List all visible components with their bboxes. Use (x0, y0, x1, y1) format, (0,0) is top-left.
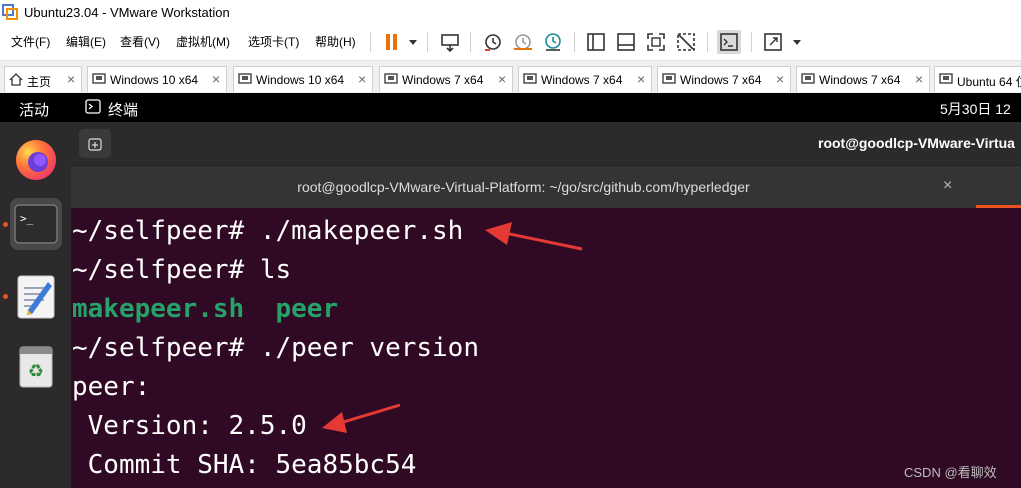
vm-icon (801, 73, 815, 84)
firefox-icon[interactable] (10, 134, 62, 186)
fullscreen-icon[interactable] (761, 30, 785, 54)
toolbar-separator (370, 32, 371, 52)
activities-button[interactable]: 活动 (19, 99, 49, 120)
manage-snapshots-icon[interactable] (541, 30, 565, 54)
vm-icon (523, 73, 537, 84)
console-view-icon[interactable] (717, 30, 741, 54)
close-icon[interactable]: × (212, 71, 220, 87)
close-icon[interactable]: × (67, 71, 75, 87)
prompt: ~/selfpeer# (72, 333, 260, 363)
tab-label: Windows 10 x64 (110, 73, 199, 87)
toolbar-separator (751, 32, 752, 52)
ubuntu-top-panel: 活动 终端 5月30日 12 (0, 93, 1021, 122)
toolbar-separator (470, 32, 471, 52)
menu-toolbar: 文件(F) 编辑(E) 查看(V) 虚拟机(M) 选项卡(T) 帮助(H) (0, 24, 1021, 60)
app-menu-label[interactable]: 终端 (108, 99, 138, 120)
menu-vm[interactable]: 虚拟机(M) (176, 33, 230, 50)
tab-label: Windows 7 x64 (541, 73, 623, 87)
sidebar-toggle-icon[interactable] (584, 30, 608, 54)
close-icon[interactable]: × (915, 71, 923, 87)
terminal-line: Commit SHA: 5ea85bc54 (72, 450, 417, 480)
menu-tabs[interactable]: 选项卡(T) (248, 33, 299, 50)
revert-snapshot-icon[interactable] (511, 30, 535, 54)
terminal-tab[interactable]: root@goodlcp-VMware-Virtual-Platform: ~/… (71, 165, 1021, 208)
text-editor-icon[interactable] (10, 271, 62, 323)
terminal-output[interactable]: ~/selfpeer# ./makepeer.sh ~/selfpeer# ls… (71, 208, 1021, 488)
vm-icon (939, 73, 953, 84)
toolbar-separator (707, 32, 708, 52)
command: ls (259, 255, 292, 285)
running-indicator (3, 222, 8, 227)
terminal-line: peer: (72, 372, 151, 402)
unity-icon[interactable] (674, 30, 698, 54)
terminal-line: ~/selfpeer# ls (72, 255, 291, 285)
prompt: ~/selfpeer# (72, 216, 260, 246)
svg-text:>_: >_ (20, 212, 34, 225)
svg-text:♻: ♻ (28, 361, 44, 382)
tab-vm[interactable]: Windows 7 x64 × (379, 66, 513, 92)
tab-label: Windows 10 x64 (256, 73, 345, 87)
menu-edit[interactable]: 编辑(E) (66, 33, 106, 50)
close-icon[interactable]: × (776, 71, 784, 87)
file-entry: peer (275, 294, 339, 324)
menu-file[interactable]: 文件(F) (11, 33, 50, 50)
prompt: ~/selfpeer# (72, 255, 260, 285)
send-ctrl-alt-del-icon[interactable] (438, 30, 462, 54)
menu-view[interactable]: 查看(V) (120, 33, 160, 50)
close-icon[interactable]: × (637, 71, 645, 87)
close-icon[interactable]: × (498, 71, 506, 87)
tab-vm[interactable]: Windows 10 x64 × (233, 66, 373, 92)
trash-icon[interactable]: ♻ (10, 340, 62, 392)
watermark: CSDN @看聊效 (904, 465, 997, 480)
thumbnail-bar-icon[interactable] (614, 30, 638, 54)
tab-home[interactable]: 主页 × (4, 66, 82, 92)
vm-icon (238, 73, 252, 84)
tab-vm[interactable]: Windows 7 x64 × (518, 66, 652, 92)
window-title: Ubuntu23.04 - VMware Workstation (24, 5, 230, 20)
toolbar-separator (574, 32, 575, 52)
tab-label: 主页 (27, 75, 52, 89)
toolbar-separator (427, 32, 428, 52)
vmware-logo-icon (2, 4, 18, 20)
terminal-line: ~/selfpeer# ./peer version (72, 333, 479, 363)
new-tab-button[interactable] (79, 129, 111, 158)
terminal-line: Version: 2.5.0 (72, 411, 307, 441)
ubuntu-dock: >_ ♻ (0, 122, 71, 488)
close-icon[interactable]: × (943, 177, 952, 195)
command: ./makepeer.sh (259, 216, 464, 246)
terminal-dock-button[interactable]: >_ (10, 198, 62, 250)
command: ./peer version (259, 333, 479, 363)
tab-vm-active[interactable]: Ubuntu 64 位 (934, 66, 1021, 92)
running-indicator (3, 294, 8, 299)
home-icon (9, 73, 23, 86)
vm-icon (384, 73, 398, 84)
terminal-line: ~/selfpeer# ./makepeer.sh (72, 216, 463, 246)
window-titlebar: Ubuntu23.04 - VMware Workstation (0, 0, 1021, 24)
fit-window-icon[interactable] (644, 30, 668, 54)
tab-label: Windows 7 x64 (819, 73, 901, 87)
close-icon[interactable]: × (358, 71, 366, 87)
vm-icon (662, 73, 676, 84)
new-tab-icon (88, 137, 102, 151)
vm-icon (92, 73, 106, 84)
tab-vm[interactable]: Windows 7 x64 × (657, 66, 791, 92)
tab-label: Windows 7 x64 (680, 73, 762, 87)
tab-vm[interactable]: Windows 7 x64 × (796, 66, 930, 92)
terminal-line: makepeer.sh peer (72, 294, 338, 324)
dropdown-arrow-icon[interactable] (785, 30, 801, 54)
terminal-headerbar: root@goodlcp-VMware-Virtua (71, 122, 1021, 165)
clock[interactable]: 5月30日 12 (940, 99, 1011, 119)
tab-label: Ubuntu 64 位 (957, 75, 1021, 89)
tab-label: Windows 7 x64 (402, 73, 484, 87)
terminal-window-title: root@goodlcp-VMware-Virtua (818, 135, 1015, 151)
tab-vm[interactable]: Windows 10 x64 × (87, 66, 227, 92)
vm-tab-bar: 主页 × Windows 10 x64 × Windows 10 x64 × W… (0, 60, 1021, 93)
file-entry: makepeer.sh (72, 294, 245, 324)
terminal-icon: >_ (14, 204, 58, 244)
snapshot-icon[interactable] (481, 30, 505, 54)
dropdown-arrow-icon[interactable] (401, 30, 417, 54)
terminal-tab-title: root@goodlcp-VMware-Virtual-Platform: ~/… (297, 179, 750, 195)
terminal-icon (85, 99, 101, 114)
menu-help[interactable]: 帮助(H) (315, 33, 356, 50)
